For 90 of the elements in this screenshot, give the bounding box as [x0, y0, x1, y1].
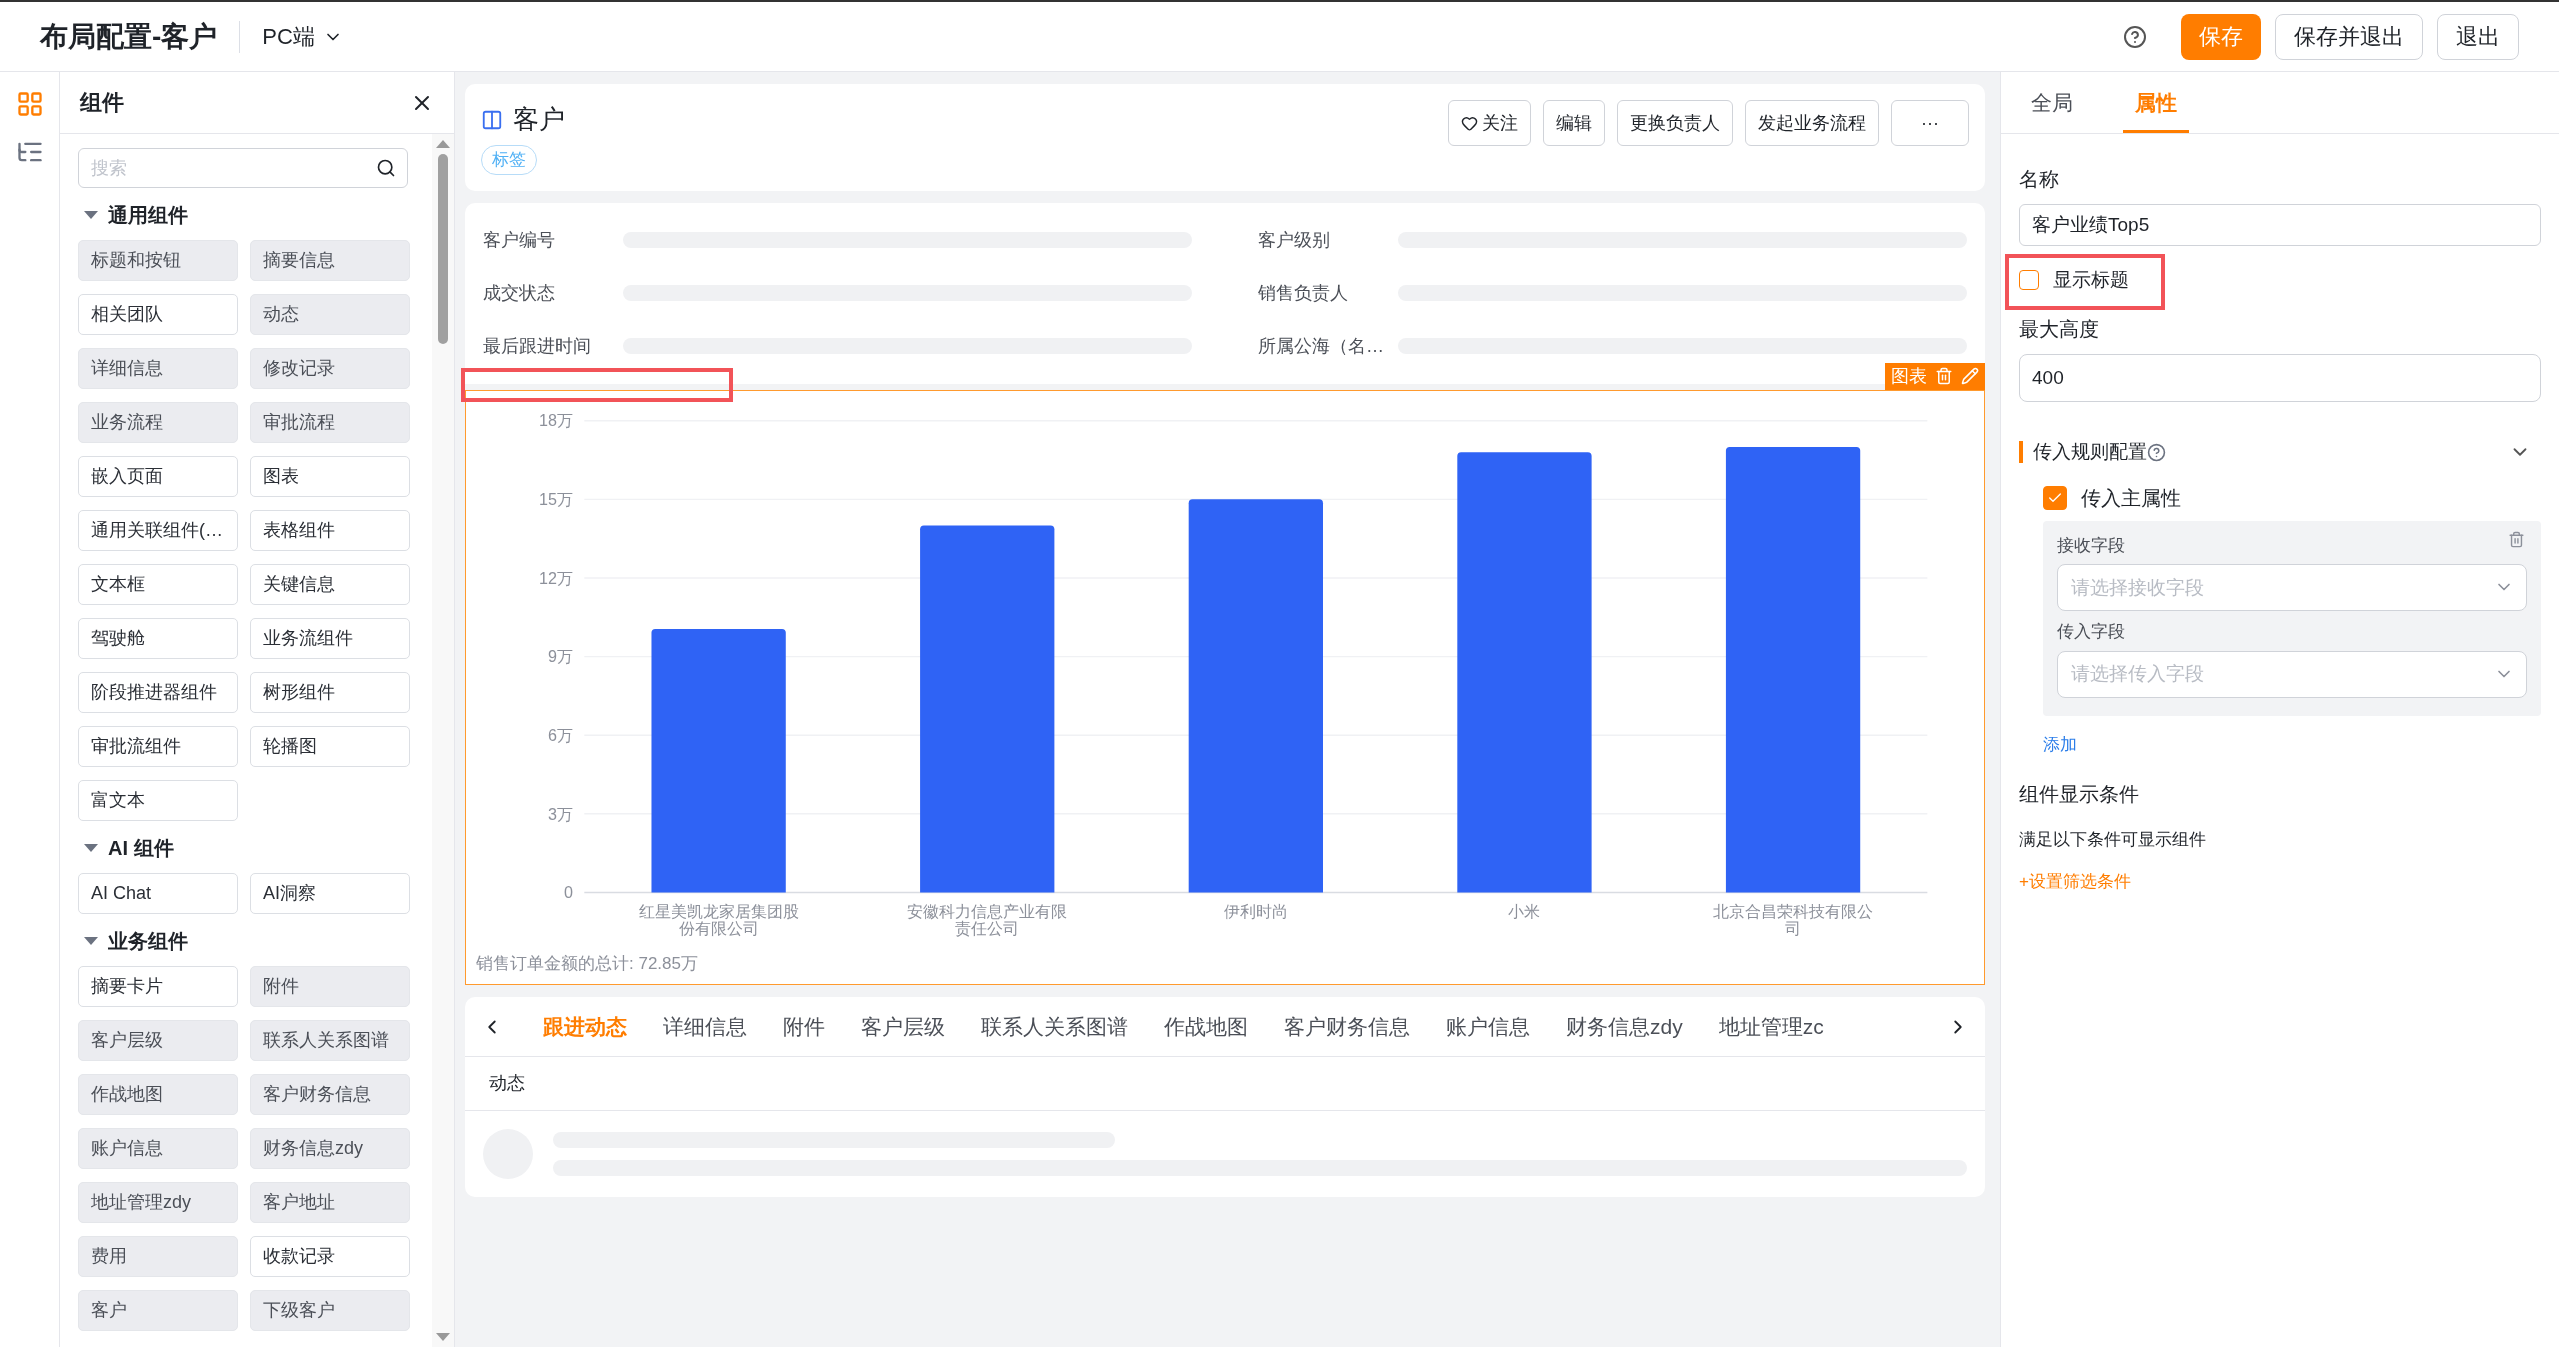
field-label: 传入字段: [2057, 621, 2125, 643]
add-link[interactable]: 添加: [2043, 731, 2077, 757]
tab[interactable]: 附件: [783, 1010, 825, 1043]
y-axis-label: 6万: [547, 725, 573, 744]
component-item[interactable]: 摘要卡片: [78, 966, 238, 1007]
name-field[interactable]: 客户业绩Top5: [2019, 204, 2541, 246]
component-item[interactable]: 驾驶舱: [78, 618, 238, 659]
search-icon: [376, 158, 396, 178]
component-item[interactable]: 业务流组件: [250, 618, 410, 659]
record-button[interactable]: 发起业务流程: [1745, 100, 1879, 146]
trash-icon[interactable]: [2508, 530, 2525, 548]
component-item[interactable]: 嵌入页面: [78, 456, 238, 497]
collapse-triangle-icon[interactable]: [84, 211, 98, 219]
chart-toolbar-label: 图表: [1891, 364, 1927, 388]
tab[interactable]: 账户信息: [1446, 1010, 1530, 1043]
field-label: 客户编号: [483, 228, 556, 252]
x-axis-label: 小米: [1508, 901, 1541, 920]
header-button[interactable]: 保存并退出: [2275, 13, 2423, 60]
collapse-triangle-icon[interactable]: [84, 937, 98, 945]
scrollbar[interactable]: [432, 134, 454, 1347]
x-axis-label: 安徽科力信息产业有限责任公司: [907, 901, 1068, 937]
x-axis-label: 北京合昌荣科技有限公司: [1713, 901, 1874, 937]
y-axis-label: 15万: [539, 489, 573, 508]
component-item[interactable]: 图表: [250, 456, 410, 497]
component-item[interactable]: 表格组件: [250, 510, 410, 551]
tab[interactable]: 详细信息: [663, 1010, 747, 1043]
record-button[interactable]: 关注: [1448, 100, 1531, 146]
component-item[interactable]: 相关团队: [78, 294, 238, 335]
group-title: 业务组件: [108, 929, 188, 954]
show-title-checkbox[interactable]: 显示标题: [2019, 265, 2129, 295]
component-item[interactable]: 阶段推进器组件: [78, 672, 238, 713]
y-axis-label: 9万: [547, 646, 573, 665]
field-label: 最后跟进时间: [483, 334, 592, 358]
component-item[interactable]: 轮播图: [250, 726, 410, 767]
component-item[interactable]: 树形组件: [250, 672, 410, 713]
field-label: 名称: [2019, 167, 2060, 192]
help-icon[interactable]: [2147, 442, 2166, 462]
collapse-triangle-icon[interactable]: [84, 844, 98, 852]
select-field[interactable]: 请选择传入字段: [2057, 650, 2527, 698]
y-axis-label: 0: [563, 882, 573, 901]
header-button[interactable]: 退出: [2437, 13, 2519, 60]
pencil-icon[interactable]: [1961, 367, 1979, 385]
section-heading: 动态: [489, 1072, 525, 1095]
y-axis-label: 18万: [539, 410, 573, 429]
section-title: 传入规则配置: [2033, 440, 2147, 464]
select-field[interactable]: 请选择接收字段: [2057, 564, 2527, 611]
record-title: 客户: [513, 103, 565, 136]
field-label: 最大高度: [2019, 317, 2100, 342]
field-label: 所属公海（名…: [1258, 334, 1385, 358]
main-attribute-checkbox[interactable]: 传入主属性: [2043, 482, 2541, 513]
panel-tab[interactable]: 全局: [2019, 86, 2085, 133]
condition-description: 满足以下条件可显示组件: [2019, 829, 2207, 851]
x-axis-label: 伊利时尚: [1223, 901, 1288, 920]
trash-icon[interactable]: [1935, 367, 1953, 385]
heart-icon: [1461, 114, 1478, 132]
y-axis-label: 12万: [539, 568, 573, 587]
max-height-field[interactable]: 400: [2019, 354, 2541, 402]
search-field[interactable]: 搜索: [78, 148, 408, 188]
component-item[interactable]: 收款记录: [250, 1236, 410, 1277]
x-axis-label: 红星美凯龙家居集团股份有限公司: [638, 901, 799, 937]
field-label: 客户级别: [1258, 228, 1331, 252]
field-label: 成交状态: [483, 281, 556, 305]
component-item[interactable]: 文本框: [78, 564, 238, 605]
tab[interactable]: 联系人关系图谱: [981, 1010, 1128, 1043]
section-title: 组件显示条件: [2019, 782, 2140, 807]
record-button[interactable]: 更换负责人: [1617, 100, 1733, 146]
component-item[interactable]: AI洞察: [250, 873, 410, 914]
tab[interactable]: 客户财务信息: [1284, 1010, 1410, 1043]
record-button[interactable]: ···: [1891, 100, 1969, 146]
component-item[interactable]: 富文本: [78, 780, 238, 821]
tab[interactable]: 地址管理zc: [1718, 1010, 1824, 1043]
tab[interactable]: 财务信息zdy: [1566, 1010, 1683, 1043]
component-item[interactable]: AI Chat: [78, 873, 238, 914]
platform-dropdown[interactable]: PC端: [262, 20, 343, 53]
record-button[interactable]: 编辑: [1543, 100, 1605, 146]
component-item[interactable]: 审批流组件: [78, 726, 238, 767]
chart-total: 销售订单金额的总计: 72.85万: [476, 952, 699, 975]
group-title: 通用组件: [108, 203, 188, 228]
field-label: 接收字段: [2057, 534, 2125, 557]
tab[interactable]: 作战地图: [1164, 1010, 1248, 1043]
help-icon[interactable]: [2123, 24, 2147, 49]
grid-icon[interactable]: [15, 90, 44, 118]
panel-title: 组件: [80, 89, 124, 117]
field-label: 销售负责人: [1258, 281, 1349, 305]
component-item[interactable]: 关键信息: [250, 564, 410, 605]
group-title: AI 组件: [108, 836, 174, 861]
component-item[interactable]: 通用关联组件(…: [78, 510, 238, 551]
tab[interactable]: 客户层级: [861, 1010, 945, 1043]
page-title: 布局配置-客户: [40, 19, 218, 54]
y-axis-label: 3万: [547, 804, 573, 823]
